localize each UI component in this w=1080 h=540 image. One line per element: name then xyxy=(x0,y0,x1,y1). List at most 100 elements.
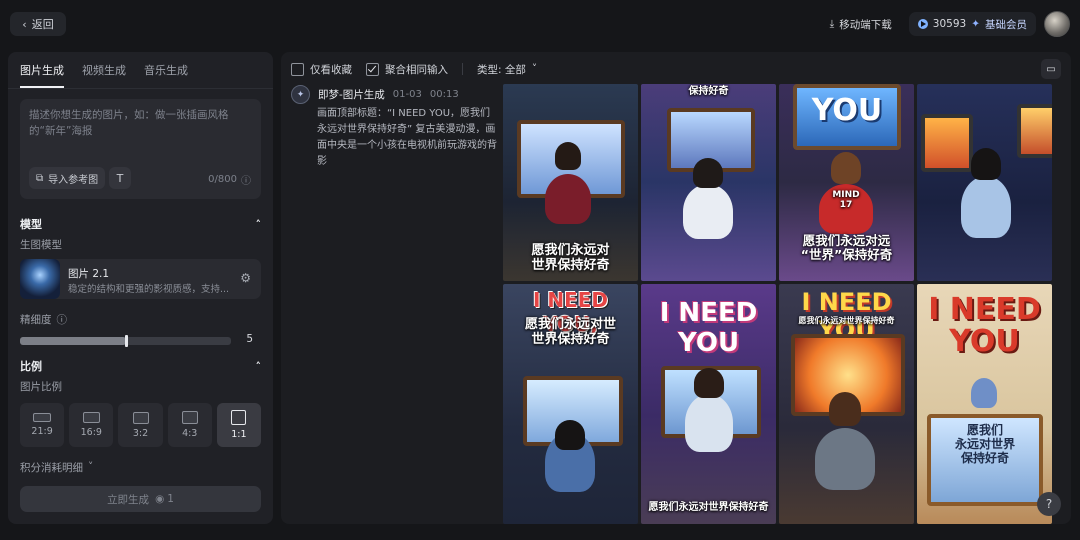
result-image-2[interactable]: 保持好奇 xyxy=(641,84,776,281)
ratio-label: 3:2 xyxy=(132,427,149,439)
generate-cost: ◉ 1 xyxy=(155,493,174,505)
generate-button[interactable]: 立即生成 ◉ 1 xyxy=(20,486,261,512)
image-caption: 愿我们永远对 世界保持好奇 xyxy=(531,243,610,273)
model-sub-label: 生图模型 xyxy=(20,239,62,251)
child-head xyxy=(829,392,861,426)
detail-label: 精细度 xyxy=(20,313,52,326)
result-image-3[interactable]: YOU MIND 17 愿我们永远对远 “世界”保持好奇 xyxy=(779,84,914,281)
model-section-header[interactable]: 模型 ˄ xyxy=(20,213,261,235)
info-icon[interactable]: ⓘ xyxy=(241,172,251,187)
text-format-button[interactable]: T xyxy=(109,167,131,189)
result-image-1[interactable]: 愿我们永远对 世界保持好奇 xyxy=(503,84,638,281)
model-selector[interactable]: 图片 2.1 稳定的结构和更强的影视质感，支持... ⚙ xyxy=(20,259,261,299)
image-caption: 愿我们永远对世界保持好奇 xyxy=(648,502,769,513)
sliders-icon[interactable]: ⚙ xyxy=(240,271,251,285)
chevron-up-icon: ˄ xyxy=(255,217,262,231)
top-right-actions: ⤓ 移动端下载 30593 ✦ 基础会员 xyxy=(821,11,1070,37)
record-title: 即梦-图片生成 xyxy=(318,89,385,101)
result-image-5[interactable]: I NEED YOU, 愿我们永远对世 世界保持好奇 xyxy=(503,284,638,524)
ratio-shape xyxy=(231,410,247,425)
prompt-input[interactable]: 描述你想生成的图片，如：做一张插画风格的“新年”海报 ⧉ 导入参考图 T 0/8… xyxy=(20,99,261,199)
help-button[interactable]: ? xyxy=(1037,492,1061,516)
ratio-section-header[interactable]: 比例 ˄ xyxy=(20,355,261,377)
generate-cost-value: 1 xyxy=(167,493,174,505)
import-reference-label: 导入参考图 xyxy=(48,174,99,186)
mobile-download-button[interactable]: ⤓ 移动端下载 xyxy=(821,12,901,36)
tab-image[interactable]: 图片生成 xyxy=(20,62,64,88)
info-icon[interactable]: ⓘ xyxy=(57,312,68,327)
chevron-down-icon: ˅ xyxy=(88,461,94,473)
child-head xyxy=(694,368,724,398)
points-detail-toggle[interactable]: 积分消耗明细 ˅ xyxy=(20,457,261,477)
tab-music[interactable]: 音乐生成 xyxy=(144,62,188,88)
top-bar: ‹ 返回 ⤓ 移动端下载 30593 ✦ 基础会员 xyxy=(0,0,1080,48)
ratio-sub-label: 图片比例 xyxy=(20,381,62,393)
favorites-label: 仅看收藏 xyxy=(310,63,352,76)
app-logo-icon: ✦ xyxy=(291,85,310,104)
credits-and-membership[interactable]: 30593 ✦ 基础会员 xyxy=(908,12,1036,36)
folder-button[interactable]: ▭ xyxy=(1041,59,1061,79)
type-filter-label: 类型: 全部 xyxy=(477,63,526,76)
record-description: 画面顶部标题：“I NEED YOU，愿我们永远对世界保持好奇” 复古美漫动漫，… xyxy=(317,108,497,167)
image-title: I NEED YOU xyxy=(659,298,758,358)
merge-checkbox[interactable] xyxy=(366,62,379,76)
generate-label: 立即生成 xyxy=(107,493,150,506)
image-caption: 愿我们永远对世 世界保持好奇 xyxy=(524,317,616,347)
record-header: ✦ 即梦-图片生成 01-03 00:13 xyxy=(291,85,459,104)
tv-illustration xyxy=(921,114,973,172)
ratio-4-3[interactable]: 4:3 xyxy=(167,403,212,447)
slider-track[interactable] xyxy=(20,335,231,347)
ratio-1-1[interactable]: 1:1 xyxy=(216,403,262,447)
result-image-7[interactable]: I NEED YOU 愿我们永远对世界保持好奇 xyxy=(779,284,914,524)
child-illustration xyxy=(961,176,1011,238)
child-illustration: MIND 17 xyxy=(819,184,873,234)
tab-video[interactable]: 视频生成 xyxy=(82,62,126,88)
child-head xyxy=(693,158,723,188)
model-section-title: 模型 xyxy=(20,218,42,231)
detail-label-row: 精细度 ⓘ xyxy=(20,309,261,329)
import-reference-button[interactable]: ⧉ 导入参考图 xyxy=(29,167,106,189)
record-date: 01-03 xyxy=(392,89,422,100)
ratio-section-title: 比例 xyxy=(20,360,42,373)
tv-illustration xyxy=(1017,104,1052,158)
chevron-down-icon: ˅ xyxy=(531,63,538,75)
filter-bar: 仅看收藏 聚合相同输入 类型: 全部 ˅ xyxy=(291,61,537,77)
back-label: 返回 xyxy=(31,18,54,31)
ratio-16-9[interactable]: 16:9 xyxy=(69,403,114,447)
result-image-4[interactable] xyxy=(917,84,1052,281)
favorites-checkbox[interactable] xyxy=(291,62,304,76)
chevron-left-icon: ‹ xyxy=(22,17,27,31)
model-thumbnail xyxy=(20,259,60,299)
model-name: 图片 2.1 xyxy=(68,268,110,280)
char-count: 0/800 xyxy=(208,174,237,185)
result-image-8[interactable]: I NEED YOU 愿我们 永远对世界 保持好奇 xyxy=(917,284,1052,524)
ratio-21-9[interactable]: 21:9 xyxy=(20,403,65,447)
model-description: 稳定的结构和更强的影视质感，支持... xyxy=(68,284,228,295)
back-button[interactable]: ‹ 返回 xyxy=(10,12,66,36)
ratio-shape xyxy=(33,413,52,422)
detail-slider[interactable]: 5 xyxy=(20,333,261,347)
ratio-label: 1:1 xyxy=(231,429,247,440)
char-counter: 0/800 ⓘ xyxy=(208,172,251,187)
type-filter-dropdown[interactable]: 类型: 全部 ˅ xyxy=(477,62,537,77)
image-caption: 愿我们永远对世界保持好奇 xyxy=(798,316,895,325)
screen-text: YOU xyxy=(811,93,883,128)
credits-icon: ◉ xyxy=(155,493,165,505)
ratio-label: 16:9 xyxy=(80,427,102,438)
child-head xyxy=(555,420,585,450)
prompt-placeholder: 描述你想生成的图片，如：做一张插画风格的“新年”海报 xyxy=(29,109,229,137)
child-illustration xyxy=(971,378,997,408)
screen-caption: 愿我们 永远对世界 保持好奇 xyxy=(954,423,1015,465)
generation-panel: 图片生成 视频生成 音乐生成 描述你想生成的图片，如：做一张插画风格的“新年”海… xyxy=(8,52,273,524)
merge-filter[interactable]: 聚合相同输入 xyxy=(366,62,448,77)
text-icon: T xyxy=(116,171,124,185)
slider-thumb[interactable] xyxy=(124,335,128,347)
points-detail-label: 积分消耗明细 xyxy=(20,461,83,474)
ratio-shape xyxy=(132,411,149,424)
avatar[interactable] xyxy=(1044,11,1070,37)
tv-illustration: 愿我们 永远对世界 保持好奇 xyxy=(927,414,1043,506)
image-caption: 保持好奇 xyxy=(688,86,729,97)
favorites-filter[interactable]: 仅看收藏 xyxy=(291,62,352,77)
ratio-3-2[interactable]: 3:2 xyxy=(118,403,163,447)
result-image-6[interactable]: I NEED YOU 愿我们永远对世界保持好奇 xyxy=(641,284,776,524)
